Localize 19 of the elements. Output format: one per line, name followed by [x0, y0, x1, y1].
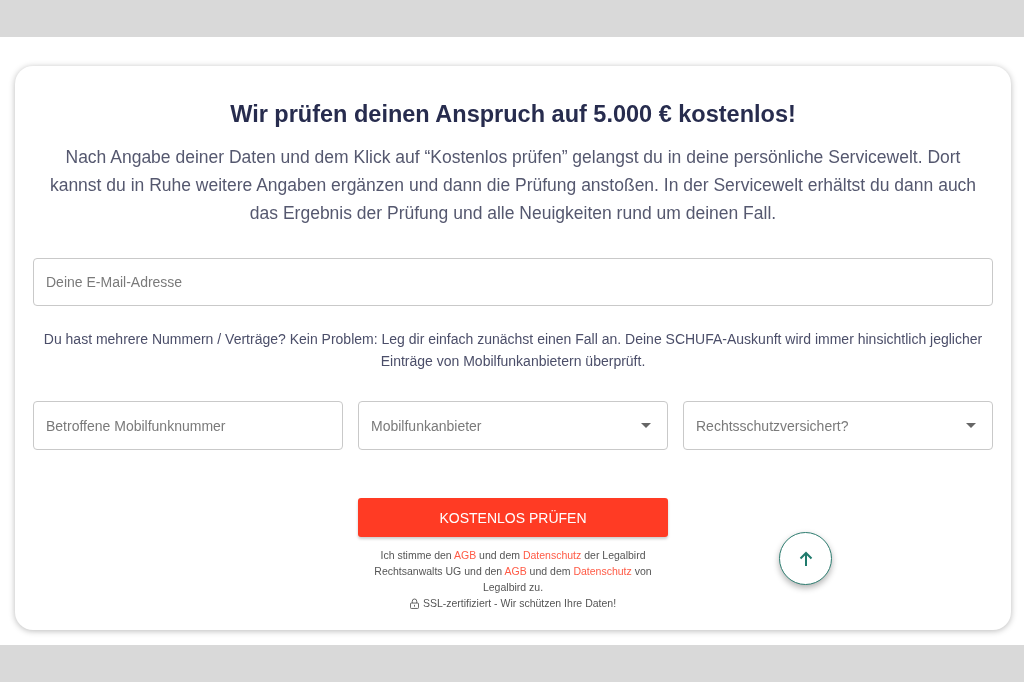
- form-title: Wir prüfen deinen Anspruch auf 5.000 € kostenlos!: [230, 100, 796, 129]
- consent-link[interactable]: AGB: [504, 565, 527, 577]
- intro-text: Nach Angabe deiner Daten und dem Klick auf “Kostenlos prüfen” gelangst du in deine persönliche Servicewelt. Dort kannst du in Ruhe weitere Angaben ergänzen und dann die Prüfung anstoßen. In der Servicewelt erhältst du dann auch das Ergebnis der Prüfung und alle Neuigkeiten rund um deinen Fall.: [48, 146, 978, 225]
- note-text: Du hast mehrere Nummern / Verträge? Kein Problem: Leg dir einfach zunächst einen Fall an. Deine SCHUFA-Auskunft wird immer hinsichtlich jeglicher Einträge von Mobilfunkanbietern überprüft.: [42, 330, 984, 371]
- caret-icon: [966, 423, 976, 428]
- email-field[interactable]: Deine E-Mail-Adresse: [33, 258, 993, 306]
- phone-number-field[interactable]: Betroffene Mobilfunknummer: [33, 401, 343, 450]
- ssl-note: SSL-zertifiziert - Wir schützen Ihre Daten!: [422, 596, 617, 611]
- arrow-up-icon: [798, 550, 813, 567]
- dropdown-field[interactable]: Rechtsschutzversichert?: [683, 401, 993, 450]
- consent-text: Ich stimme den AGB und dem Datenschutz der Legalbird Rechtsanwalts UG und den AGB und dem Datenschutz von Legalbird zu.: [373, 548, 653, 595]
- caret-icon: [641, 423, 651, 428]
- consent-link[interactable]: Datenschutz: [573, 565, 632, 577]
- scroll-up-button[interactable]: [779, 532, 832, 585]
- consent-link[interactable]: AGB: [454, 549, 477, 561]
- lock-icon: [409, 597, 419, 609]
- submit-button[interactable]: KOSTENLOS PRÜFEN: [358, 498, 668, 537]
- dropdown-field[interactable]: Mobilfunkanbieter: [358, 401, 668, 450]
- consent-link[interactable]: Datenschutz: [522, 549, 582, 561]
